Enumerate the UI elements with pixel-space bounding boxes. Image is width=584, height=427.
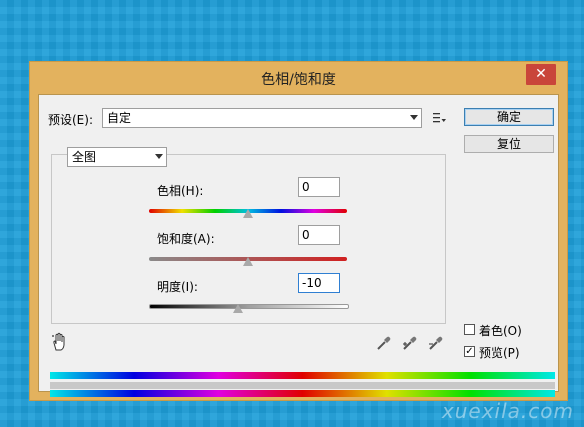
color-range-bar[interactable]	[50, 382, 555, 389]
options-menu-icon[interactable]	[433, 112, 447, 124]
preview-label[interactable]: 预览(P)	[479, 344, 520, 361]
hue-label: 色相(H):	[157, 184, 204, 198]
eyedropper-minus-icon[interactable]	[428, 335, 444, 351]
dialog-body: 预设(E): 自定 确定 复位 全图 色相(H): 0 饱和度(A): 0 明度…	[38, 94, 559, 397]
adjustment-group	[51, 154, 446, 324]
eyedropper-icon[interactable]	[376, 335, 392, 351]
lightness-label: 明度(I):	[157, 280, 198, 294]
saturation-slider-thumb[interactable]	[243, 257, 253, 266]
watermark-text: xuexila.com	[441, 399, 574, 423]
dialog-title: 色相/饱和度	[261, 72, 336, 88]
title-bar[interactable]: 色相/饱和度 ✕	[30, 62, 567, 94]
channel-select[interactable]: 全图	[67, 147, 167, 167]
lightness-input[interactable]: -10	[298, 273, 340, 293]
lightness-slider-track[interactable]	[149, 304, 349, 309]
targeted-adjustment-hand-icon[interactable]	[51, 332, 69, 352]
checkmark-icon: ✓	[465, 346, 474, 357]
channel-select-value: 全图	[72, 150, 97, 164]
close-icon: ✕	[535, 66, 547, 82]
colorize-label[interactable]: 着色(O)	[479, 322, 522, 339]
ok-button[interactable]: 确定	[464, 108, 554, 126]
saturation-input[interactable]: 0	[298, 225, 340, 245]
preset-select-value: 自定	[107, 111, 132, 125]
preset-select[interactable]: 自定	[102, 108, 422, 128]
input-color-bar	[50, 372, 555, 379]
hue-input[interactable]: 0	[298, 177, 340, 197]
chevron-down-icon	[410, 115, 418, 120]
reset-button[interactable]: 复位	[464, 135, 554, 153]
chevron-down-icon	[155, 154, 163, 159]
preview-checkbox[interactable]: ✓	[464, 346, 475, 357]
lightness-slider-thumb[interactable]	[233, 304, 244, 313]
saturation-label: 饱和度(A):	[157, 232, 215, 246]
hue-saturation-dialog: 色相/饱和度 ✕ 预设(E): 自定 确定 复位 全图 色相(H): 0 饱和度…	[29, 61, 568, 401]
output-color-bar	[50, 390, 555, 397]
eyedropper-plus-icon[interactable]	[402, 335, 418, 351]
preset-label: 预设(E):	[48, 113, 93, 127]
close-button[interactable]: ✕	[526, 64, 556, 85]
hue-slider-thumb[interactable]	[243, 209, 253, 218]
colorize-checkbox[interactable]	[464, 324, 475, 335]
